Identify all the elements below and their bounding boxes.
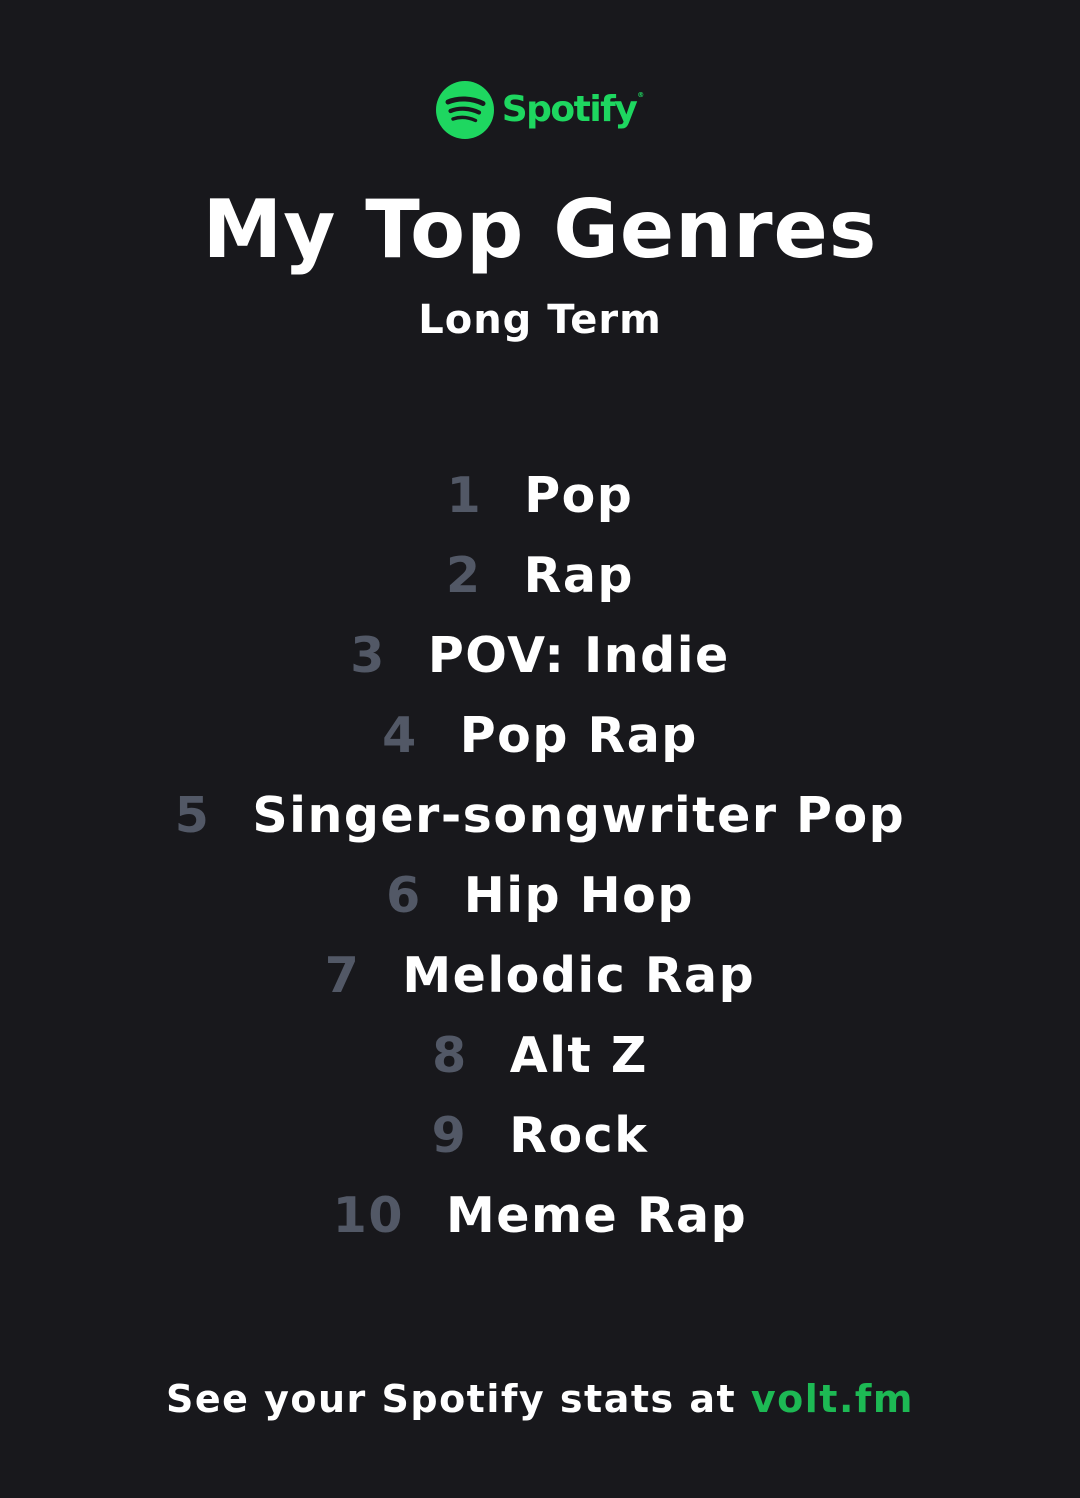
genre-rank: 7 [324,946,361,1004]
genre-name: Rock [509,1106,649,1164]
genre-row: 6 Hip Hop [0,855,1080,935]
genre-rank: 5 [174,786,211,844]
genre-list: 1 Pop 2 Rap 3 POV: Indie 4 Pop Rap 5 Singer-s… [0,455,1080,1255]
genre-row: 1 Pop [0,455,1080,535]
genre-rank: 6 [386,866,422,924]
genre-name: Alt Z [509,1026,648,1084]
genre-name: Singer-songwriter Pop [252,786,906,844]
spotify-logo: Spotify® [0,80,1080,140]
genre-row: 3 POV: Indie [0,615,1080,695]
genre-rank: 2 [446,546,482,604]
genre-rank: 3 [350,626,386,684]
footer-text: See your Spotify stats at [165,1377,751,1421]
genre-row: 7 Melodic Rap [0,935,1080,1015]
genre-row: 8 Alt Z [0,1015,1080,1095]
genre-rank: 4 [382,706,418,764]
volt-fm-link[interactable]: volt.fm [751,1377,914,1421]
genre-row: 9 Rock [0,1095,1080,1175]
genre-name: POV: Indie [427,626,730,684]
genre-row: 5 Singer-songwriter Pop [0,775,1080,855]
genre-name: Rap [523,546,634,604]
time-range-subtitle: Long Term [418,297,662,343]
spotify-logo-group: Spotify® [435,81,645,139]
genre-rank: 10 [332,1186,404,1244]
spotify-logo-icon [435,81,494,139]
genre-row: 10 Meme Rap [0,1175,1080,1255]
genre-rank: 1 [446,466,483,524]
spotify-wordmark-text: Spotify [501,89,638,130]
spotify-wordmark: Spotify® [502,92,645,128]
genre-name: Meme Rap [445,1186,748,1244]
registered-mark: ® [637,91,645,99]
footer-promo: See your Spotify stats at volt.fm [0,1374,1080,1424]
page-title: My Top Genres [202,183,878,276]
genre-name: Melodic Rap [402,946,756,1004]
genre-rank: 9 [431,1106,468,1164]
genre-name: Pop [524,466,634,524]
genre-name: Pop Rap [459,706,698,764]
genre-row: 2 Rap [0,535,1080,615]
genre-name: Hip Hop [463,866,694,924]
genre-rank: 8 [432,1026,468,1084]
genre-row: 4 Pop Rap [0,695,1080,775]
